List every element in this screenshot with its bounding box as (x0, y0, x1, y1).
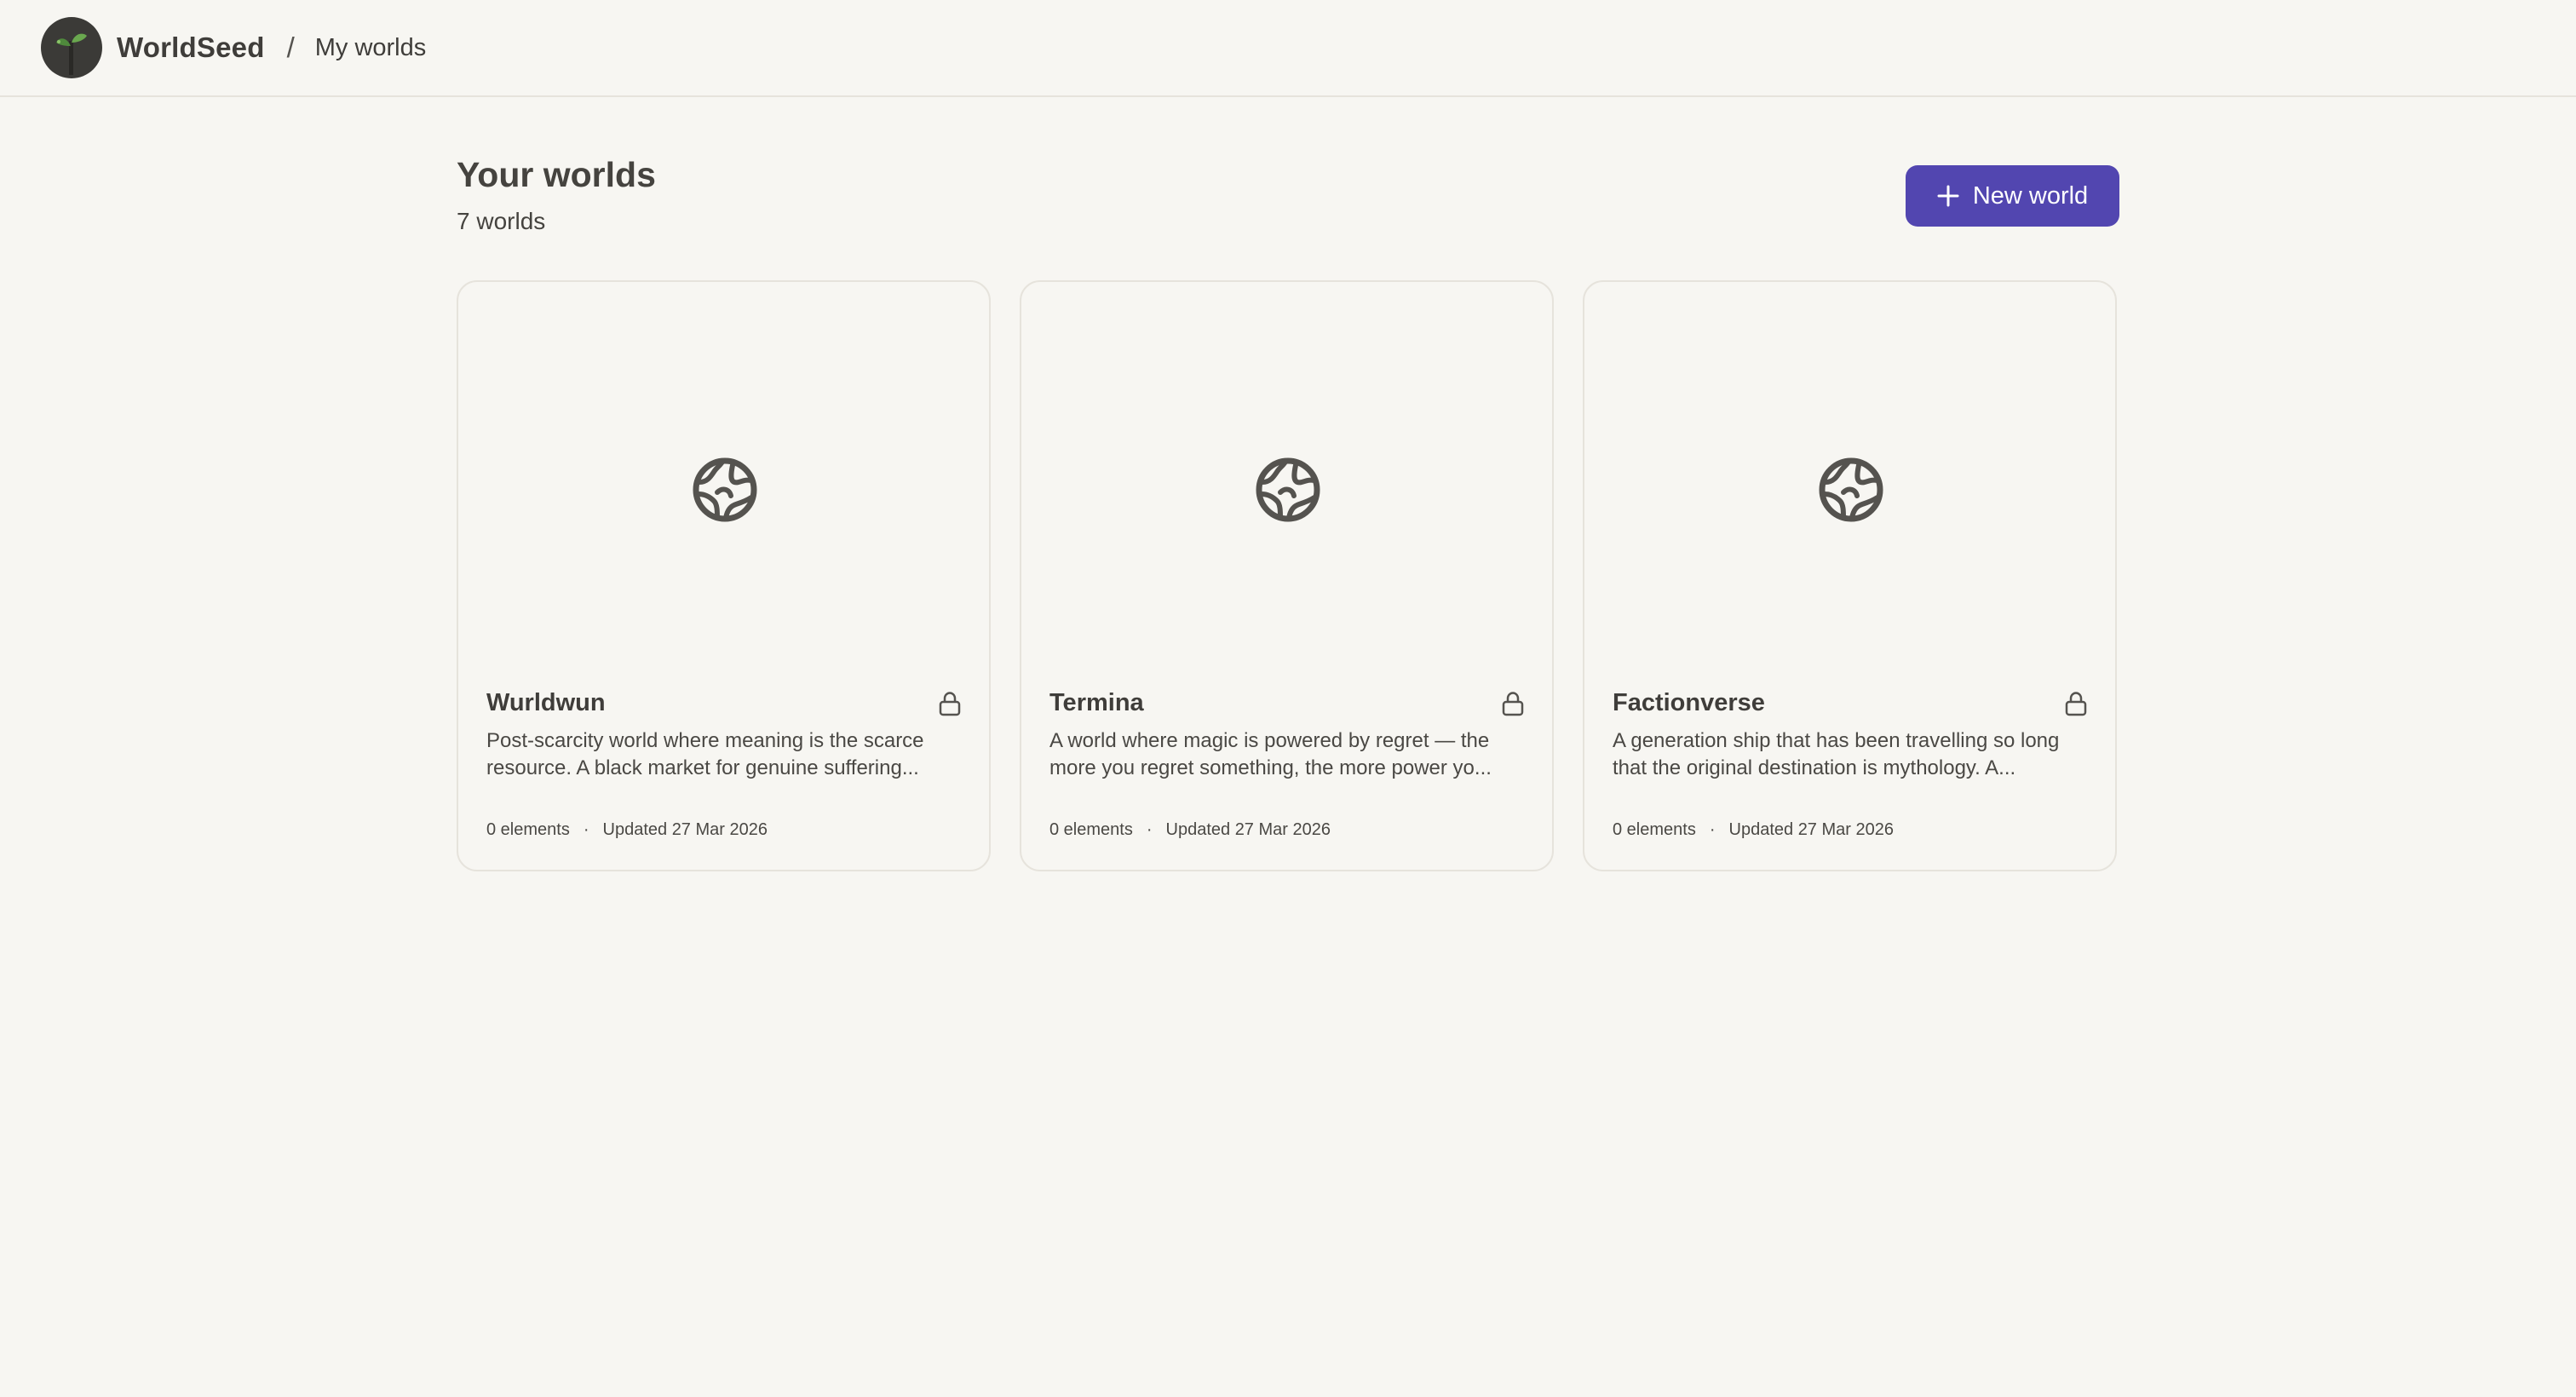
world-card-wurldwun[interactable]: Wurldwun Post-scarcity world where meani… (457, 280, 991, 871)
lock-icon (1502, 692, 1524, 716)
world-title: Termina (1049, 689, 1144, 716)
world-meta: 0 elements · Updated 27 Mar 2026 (1049, 820, 1331, 840)
world-meta: 0 elements · Updated 27 Mar 2026 (486, 820, 768, 840)
seedling-logo-icon[interactable] (41, 17, 102, 78)
updated-date: Updated 27 Mar 2026 (1728, 820, 1894, 839)
meta-separator: · (1709, 820, 1716, 839)
world-card-termina[interactable]: Termina A world where magic is powered b… (1020, 280, 1554, 871)
updated-date: Updated 27 Mar 2026 (1165, 820, 1331, 839)
element-count: 0 elements (1049, 820, 1133, 839)
globe-icon (1256, 457, 1320, 522)
world-title: Wurldwun (486, 689, 606, 716)
world-card-factionverse[interactable]: Factionverse A generation ship that has … (1583, 280, 2117, 871)
top-bar: WorldSeed / My worlds (0, 0, 2576, 97)
element-count: 0 elements (486, 820, 570, 839)
world-description: A generation ship that has been travelli… (1613, 729, 2060, 779)
brand-name[interactable]: WorldSeed (117, 32, 265, 64)
new-world-button[interactable]: New world (1906, 165, 2119, 227)
new-world-label: New world (1972, 181, 2089, 210)
meta-separator: · (1146, 820, 1153, 839)
breadcrumb-separator: / (286, 32, 295, 63)
world-description: Post-scarcity world where meaning is the… (486, 729, 924, 779)
plus-icon (1937, 185, 1959, 207)
breadcrumb-my-worlds: My worlds (314, 33, 427, 61)
world-description: A world where magic is powered by regret… (1049, 729, 1492, 779)
world-meta: 0 elements · Updated 27 Mar 2026 (1613, 820, 1894, 840)
updated-date: Updated 27 Mar 2026 (602, 820, 768, 839)
lock-icon (939, 692, 961, 716)
element-count: 0 elements (1613, 820, 1696, 839)
world-title: Factionverse (1613, 689, 1765, 716)
globe-icon (693, 457, 757, 522)
world-count: 7 worlds (457, 208, 546, 234)
page-title: Your worlds (457, 155, 656, 194)
meta-separator: · (583, 820, 589, 839)
lock-icon (2065, 692, 2087, 716)
globe-icon (1819, 457, 1883, 522)
